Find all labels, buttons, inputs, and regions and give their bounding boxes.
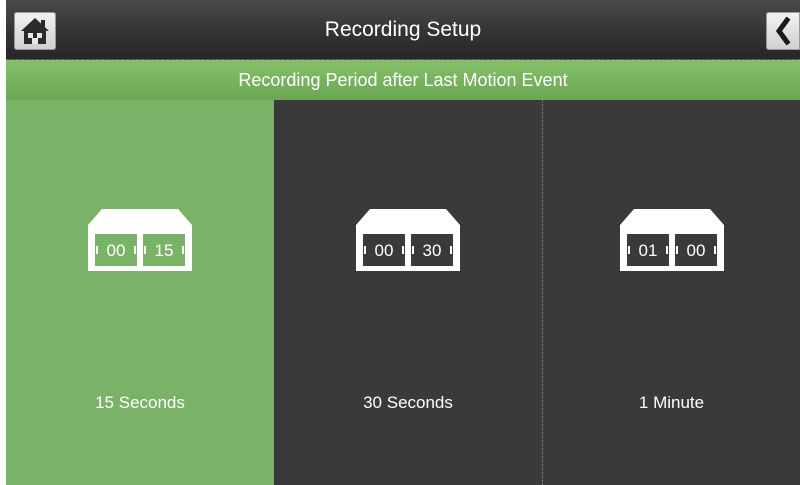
title-bar: Recording Setup xyxy=(6,0,800,60)
option-1-minute[interactable]: 01 00 1 Minute xyxy=(543,100,800,485)
flip-clock-icon: 00 30 xyxy=(356,209,460,271)
clock-minutes: 01 xyxy=(639,241,658,260)
recording-period-options: 00 15 15 Seconds 00 30 30 Seconds 01 00 … xyxy=(6,100,800,485)
page-title: Recording Setup xyxy=(324,18,482,41)
recording-setup-screen: Recording Setup Recording Period after L… xyxy=(6,0,800,485)
clock-minutes: 00 xyxy=(375,241,394,260)
clock-minutes: 00 xyxy=(107,241,126,260)
clock-seconds: 00 xyxy=(687,241,706,260)
flip-clock-icon: 01 00 xyxy=(620,209,724,271)
option-label: 30 Seconds xyxy=(363,393,453,412)
option-30-seconds[interactable]: 00 30 30 Seconds xyxy=(274,100,543,485)
option-label: 1 Minute xyxy=(638,393,705,412)
back-chevron-icon xyxy=(775,16,791,46)
clock-seconds: 15 xyxy=(155,241,174,260)
section-header: Recording Period after Last Motion Event xyxy=(6,60,800,100)
back-button[interactable] xyxy=(766,12,800,50)
option-label: 15 Seconds xyxy=(95,393,185,412)
clock-seconds: 30 xyxy=(423,241,442,260)
flip-clock-icon: 00 15 xyxy=(88,209,192,271)
option-15-seconds[interactable]: 00 15 15 Seconds xyxy=(6,100,274,485)
